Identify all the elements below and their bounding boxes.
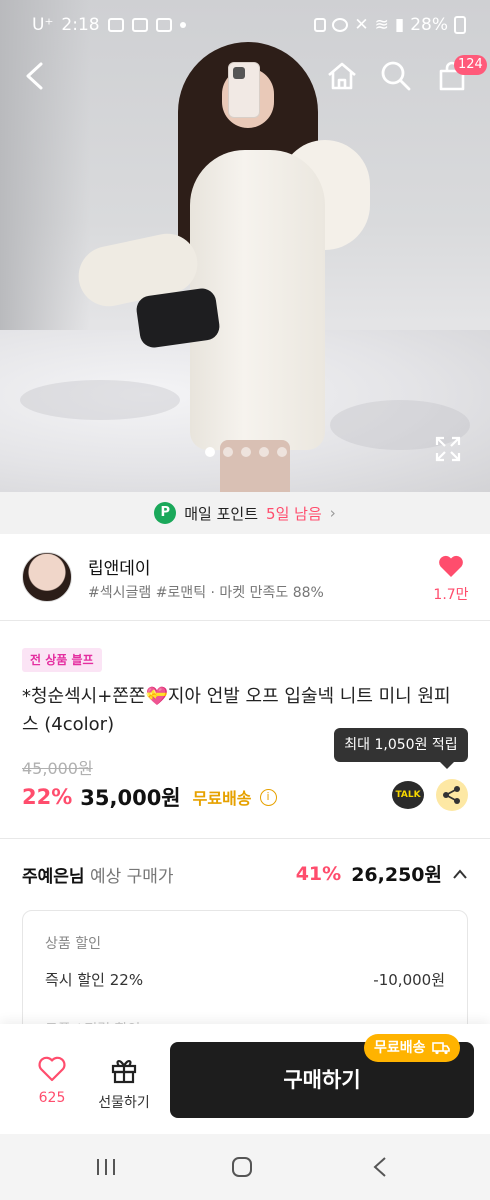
expected-price-value: 41% 26,250원 [296, 860, 468, 887]
shop-like-heart-icon[interactable] [438, 554, 464, 578]
status-right: ✕ ≋ ▮ 28% [314, 15, 466, 35]
points-remaining: 5일 남음 [266, 504, 322, 523]
fullscreen-button[interactable] [434, 435, 462, 463]
free-shipping-badge: 무료배송 [364, 1034, 460, 1062]
product-image[interactable] [0, 0, 490, 492]
product-page: U⁺ 2:18 ✕ ≋ ▮ 28% 124 P 매일 포인트 5일 남음 › 립… [0, 0, 490, 1200]
truck-icon [431, 1042, 450, 1055]
divider [0, 620, 490, 621]
image-bag [134, 286, 222, 350]
user-name: 주예은님 [22, 867, 85, 887]
divider [0, 838, 490, 839]
points-label: 매일 포인트 [184, 504, 259, 523]
expected-price-label: 주예은님 예상 구매가 [22, 862, 174, 887]
notification-icon [107, 18, 124, 32]
expected-price-row[interactable]: 주예은님 예상 구매가 41% 26,250원 [0, 840, 490, 910]
purchase-action-bar: 625 선물하기 구매하기 무료배송 [0, 1024, 490, 1134]
discount-card-heading: 상품 할인 [45, 936, 101, 952]
battery-percent: 28% [410, 15, 448, 35]
gallery-dot[interactable] [223, 447, 233, 457]
back-arrow-icon [26, 62, 43, 90]
back-button[interactable] [14, 56, 54, 96]
back-nav-icon [373, 1157, 386, 1177]
more-dot-icon [179, 22, 186, 28]
share-button[interactable] [436, 779, 468, 811]
discount-row-label: 즉시 할인 22% [45, 971, 144, 989]
expected-price: 26,250원 [351, 864, 442, 886]
search-button[interactable] [376, 56, 416, 96]
discount-row-amount: -10,000원 [373, 971, 445, 989]
home-icon [328, 62, 356, 90]
share-icon [443, 786, 460, 804]
shop-name[interactable]: 립앤데이 [88, 554, 151, 579]
shop-row[interactable]: 립앤데이 #섹시글램 #로맨틱 · 마켓 만족도 88% 1.7만 [0, 534, 490, 620]
carrier-label: U⁺ [32, 15, 54, 35]
gallery-dot[interactable] [241, 447, 251, 457]
gallery-dot[interactable] [277, 447, 287, 457]
kakao-talk-button[interactable]: TALK [392, 781, 424, 809]
wifi-icon: ≋ [374, 15, 389, 35]
expected-price-caption: 예상 구매가 [89, 867, 174, 887]
gallery-dot[interactable] [205, 447, 215, 457]
cart-count-badge: 124 [454, 55, 487, 75]
status-bar: U⁺ 2:18 ✕ ≋ ▮ 28% [0, 0, 490, 52]
alarm-icon [332, 18, 349, 32]
chevron-up-icon[interactable] [452, 868, 468, 880]
clock: 2:18 [61, 15, 100, 35]
info-icon[interactable]: i [259, 788, 277, 806]
signal-icon: ▮ [394, 15, 405, 35]
points-icon: P [154, 502, 177, 524]
shop-like-count: 1.7만 [433, 587, 469, 603]
home-nav-icon [232, 1157, 252, 1177]
free-shipping-badge-label: 무료배송 [374, 1040, 426, 1056]
expand-icon [435, 436, 461, 462]
gallery-indicator [205, 447, 287, 457]
back-nav-button[interactable] [360, 1154, 400, 1180]
gallery-dot[interactable] [259, 447, 269, 457]
home-button[interactable] [322, 56, 362, 96]
home-nav-button[interactable] [222, 1154, 262, 1180]
sale-price: 35,000원 [80, 786, 181, 810]
points-tooltip: 최대 1,050원 적립 [334, 728, 468, 769]
image-shade [0, 0, 90, 360]
discount-row: 즉시 할인 22% -10,000원 [45, 969, 445, 990]
like-button[interactable]: 625 [30, 1056, 74, 1106]
mute-icon: ✕ [354, 15, 369, 35]
gift-button[interactable]: 선물하기 [94, 1056, 154, 1112]
recent-apps-icon [97, 1159, 115, 1175]
discount-rate: 22% [22, 785, 73, 809]
image-fold [20, 380, 180, 420]
chevron-right-icon: › [329, 504, 336, 522]
original-price: 45,000원 [22, 759, 93, 778]
heart-outline-icon [38, 1056, 66, 1082]
search-icon [381, 61, 411, 91]
app-icon [155, 18, 172, 32]
battery-icon [454, 16, 466, 34]
recent-apps-button[interactable] [86, 1154, 126, 1180]
expected-discount-rate: 41% [295, 862, 342, 885]
gift-icon [111, 1060, 137, 1084]
status-left: U⁺ 2:18 [32, 15, 186, 35]
battery-saver-icon [314, 18, 327, 32]
price-row: 22% 35,000원 무료배송 i [22, 782, 277, 812]
message-icon [131, 18, 148, 32]
free-shipping-label: 무료배송 [192, 789, 252, 808]
daily-points-banner[interactable]: P 매일 포인트 5일 남음 › [0, 492, 490, 534]
gift-label: 선물하기 [98, 1095, 150, 1111]
like-count: 625 [38, 1090, 66, 1106]
shop-avatar[interactable] [22, 552, 72, 602]
shop-tags: #섹시글램 #로맨틱 · 마켓 만족도 88% [88, 585, 324, 601]
system-nav-bar [0, 1134, 490, 1200]
image-phone-camera [233, 67, 245, 79]
promo-badge[interactable]: 전 상품 블프 [22, 648, 102, 672]
